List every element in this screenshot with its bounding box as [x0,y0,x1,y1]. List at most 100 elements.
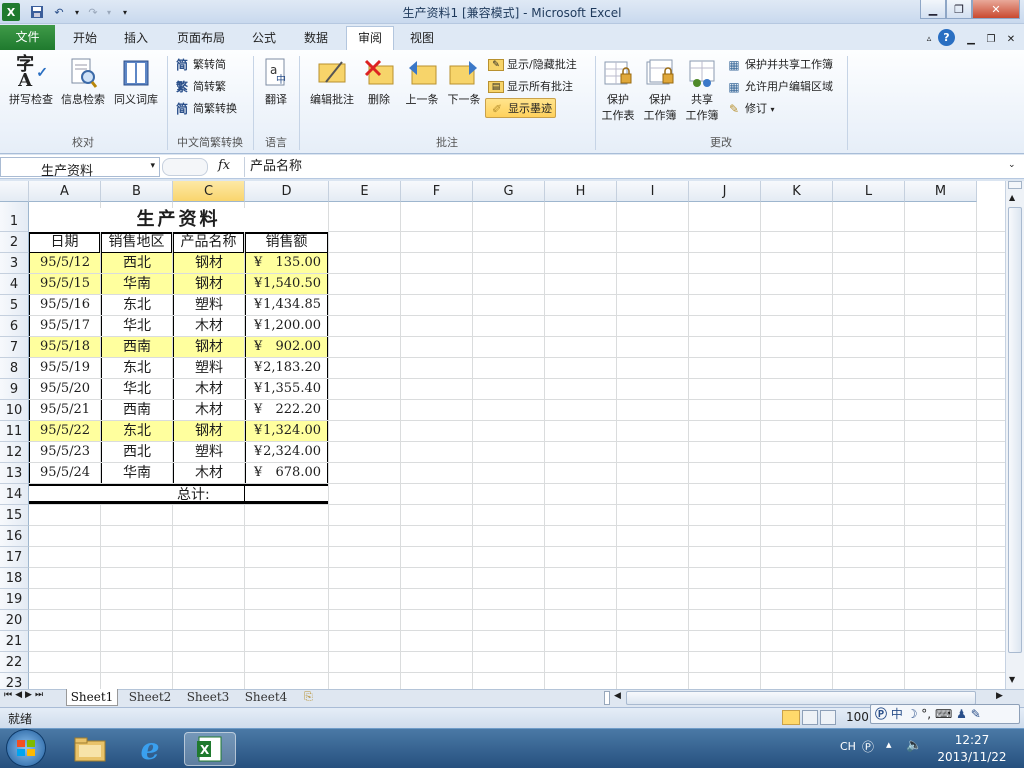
row-header-8[interactable]: 8 [0,358,29,379]
delete-comment-button[interactable]: 删除 [362,56,396,108]
region-cell[interactable]: 东北 [101,421,172,441]
volume-icon[interactable]: 🔈 [906,738,922,753]
row-header-20[interactable]: 20 [0,610,29,631]
tab-view[interactable]: 视图 [400,29,444,50]
column-header-c[interactable]: C [173,181,245,202]
date-cell[interactable]: 95/5/19 [29,358,100,378]
track-changes-button[interactable]: ✎ 修订 ▾ [726,99,775,119]
next-comment-button[interactable]: 下一条 [444,56,484,108]
close-icon[interactable]: ✕ [972,0,1020,19]
row-header-4[interactable]: 4 [0,274,29,295]
sheet-nav-icons[interactable]: ⏮◀▶⏭ [4,690,46,700]
row-header-6[interactable]: 6 [0,316,29,337]
row-header-11[interactable]: 11 [0,421,29,442]
sheet-title-cell[interactable]: 生产资料 [29,208,328,232]
sheet-tab-1[interactable]: Sheet1 [66,689,118,706]
product-cell[interactable]: 木材 [173,316,244,336]
clock-date[interactable]: 2013/11/22 [934,750,1010,764]
select-all-corner[interactable] [0,181,29,202]
amount-cell[interactable]: ¥2,324.00 [245,442,328,462]
chevron-down-icon[interactable]: ▾ [150,161,155,171]
column-header-i[interactable]: I [617,181,689,202]
protect-workbook-button[interactable]: 保护 工作簿 [640,56,680,124]
formula-bar-expander[interactable] [162,158,208,176]
name-box[interactable]: 生产资料 ▾ [0,157,160,179]
restore-icon[interactable]: ❐ [946,0,972,19]
chinese-convert-button[interactable]: 简简繁转换 [174,99,237,119]
column-header-d[interactable]: D [245,181,329,202]
scroll-up-icon[interactable]: ▲ [1009,193,1015,202]
row-header-9[interactable]: 9 [0,379,29,400]
column-header-g[interactable]: G [473,181,545,202]
product-cell[interactable]: 木材 [173,400,244,420]
page-layout-view-icon[interactable] [802,710,818,725]
horizontal-scroll-thumb[interactable] [626,691,976,705]
allow-edit-ranges-button[interactable]: ▦ 允许用户编辑区域 [726,77,833,97]
expand-formula-icon[interactable]: ⌄ [1008,160,1016,170]
formula-input[interactable]: 产品名称 [244,157,1004,177]
region-cell[interactable]: 西南 [101,337,172,357]
amount-cell[interactable]: ¥222.20 [245,400,328,420]
row-header-1[interactable]: 1 [0,202,29,232]
ime-tray-icon[interactable]: Ⓟ [862,738,874,755]
column-header-b[interactable]: B [101,181,173,202]
share-workbook-button[interactable]: 共享 工作簿 [682,56,722,124]
header-cell[interactable]: 销售地区 [101,232,172,253]
column-header-f[interactable]: F [401,181,473,202]
date-cell[interactable]: 95/5/15 [29,274,100,294]
amount-cell[interactable]: ¥2,183.20 [245,358,328,378]
show-hide-comment-button[interactable]: ✎ 显示/隐藏批注 [488,55,577,75]
product-cell[interactable]: 木材 [173,463,244,483]
insert-function-icon[interactable]: fx [218,158,234,176]
excel-taskbar-icon[interactable]: X [184,732,236,766]
scroll-left-icon[interactable]: ◀ [614,691,621,701]
vertical-scrollbar[interactable]: ▲ ▼ [1005,181,1024,689]
sheet-tab-3[interactable]: Sheet3 [182,689,234,706]
date-cell[interactable]: 95/5/24 [29,463,100,483]
date-cell[interactable]: 95/5/12 [29,253,100,273]
row-header-18[interactable]: 18 [0,568,29,589]
sheet-tab-2[interactable]: Sheet2 [124,689,176,706]
total-row[interactable]: 总计: [29,484,328,504]
page-break-view-icon[interactable] [820,710,836,725]
simp-to-trad-button[interactable]: 繁简转繁 [174,77,226,97]
column-header-h[interactable]: H [545,181,617,202]
row-header-2[interactable]: 2 [0,232,29,253]
date-cell[interactable]: 95/5/23 [29,442,100,462]
research-button[interactable]: 信息检索 [58,56,108,108]
tray-arrow-icon[interactable]: ▴ [886,738,892,751]
split-handle[interactable] [1008,181,1022,189]
minimize-icon[interactable]: ▁ [920,0,946,19]
file-explorer-icon[interactable] [64,732,116,766]
region-cell[interactable]: 华南 [101,463,172,483]
start-button-icon[interactable] [6,729,46,767]
row-header-21[interactable]: 21 [0,631,29,652]
product-cell[interactable]: 钢材 [173,253,244,273]
row-header-7[interactable]: 7 [0,337,29,358]
clock-time[interactable]: 12:27 [940,733,1004,747]
tab-data[interactable]: 数据 [294,29,338,50]
column-header-j[interactable]: J [689,181,761,202]
amount-cell[interactable]: ¥1,200.00 [245,316,328,336]
sheet-tab-4[interactable]: Sheet4 [240,689,292,706]
spell-check-button[interactable]: 字A ✓ 拼写检查 [5,56,57,108]
protect-sheet-button[interactable]: 保护 工作表 [598,56,638,124]
internet-explorer-icon[interactable]: e [124,732,176,767]
zoom-level[interactable]: 100 [846,710,869,724]
column-header-a[interactable]: A [29,181,101,202]
language-indicator[interactable]: CH [840,740,856,753]
protect-share-workbook-button[interactable]: ▦ 保护并共享工作簿 [726,55,833,75]
region-cell[interactable]: 华北 [101,379,172,399]
amount-cell[interactable]: ¥902.00 [245,337,328,357]
amount-cell[interactable]: ¥1,540.50 [245,274,328,294]
worksheet-grid[interactable]: ABCDEFGHIJKLM 1 2 3 4 5 6 7 8 9 10 11 12 13 14 15 16 17 1… [0,181,1005,689]
scroll-thumb[interactable] [1008,207,1022,653]
row-header-5[interactable]: 5 [0,295,29,316]
region-cell[interactable]: 华南 [101,274,172,294]
doc-minimize-icon[interactable]: ▁ [962,30,980,48]
doc-restore-icon[interactable]: ❐ [982,30,1000,48]
region-cell[interactable]: 东北 [101,295,172,315]
amount-cell[interactable]: ¥135.00 [245,253,328,273]
help-icon[interactable]: ? [938,29,955,46]
date-cell[interactable]: 95/5/18 [29,337,100,357]
